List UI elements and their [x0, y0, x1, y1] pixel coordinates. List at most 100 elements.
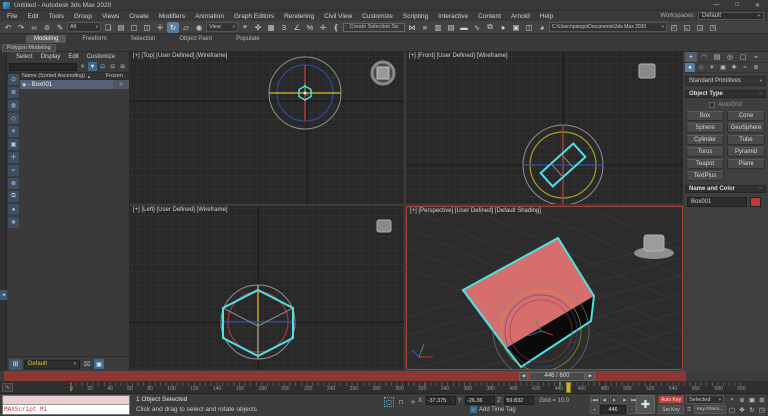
- primitives-dropdown[interactable]: Standard Primitives▾: [685, 76, 766, 86]
- listener-pane[interactable]: MAXScript Mi: [3, 405, 129, 414]
- mini-curve-editor-icon[interactable]: ∿: [2, 383, 13, 392]
- track-bar[interactable]: ∿ 02040608010012014016018020022024026028…: [0, 381, 768, 394]
- minimize-button[interactable]: —: [713, 2, 719, 9]
- workspace-dropdown[interactable]: Default▾: [698, 12, 764, 20]
- pan-icon[interactable]: ✥: [737, 405, 747, 415]
- display-shapes-icon[interactable]: ◇: [8, 113, 19, 124]
- hierarchy-tab-icon[interactable]: ▤: [711, 52, 723, 62]
- motion-tab-icon[interactable]: ◎: [724, 52, 736, 62]
- viewport-perspective-label[interactable]: [+] [Perspective] [User Defined] [Defaul…: [410, 208, 541, 214]
- menu-item[interactable]: Help: [535, 13, 558, 20]
- z-coordinate-field[interactable]: 59.832↕: [504, 396, 534, 405]
- key-selection-dropdown[interactable]: Selected▾: [686, 395, 724, 404]
- display-spacewarps-icon[interactable]: ≈: [8, 165, 19, 176]
- display-materials-icon[interactable]: ●: [8, 204, 19, 215]
- render-setup-icon[interactable]: ▣: [510, 22, 522, 33]
- select-and-manipulate-icon[interactable]: ✜: [252, 22, 264, 33]
- viewport-front-label[interactable]: [+] [Front] [User Defined] [Wireframe]: [409, 53, 508, 59]
- object-type-button[interactable]: Tube: [727, 135, 765, 145]
- cameras-category-icon[interactable]: ▣: [718, 63, 728, 72]
- menu-item[interactable]: Animation: [190, 13, 229, 20]
- object-type-button[interactable]: Torus: [686, 147, 724, 157]
- close-button[interactable]: ✕: [755, 2, 760, 9]
- display-groups-icon[interactable]: ⊕: [8, 178, 19, 189]
- sort-layers-icon[interactable]: ≣: [8, 87, 19, 98]
- zoom-icon[interactable]: ⌕: [727, 395, 737, 405]
- search-input[interactable]: [9, 63, 77, 71]
- object-type-button[interactable]: Pyramid: [727, 147, 765, 157]
- snaps-toggle-icon[interactable]: 3: [278, 22, 290, 33]
- display-geometry-icon[interactable]: ◍: [8, 100, 19, 111]
- key-filters-button[interactable]: Key Filters...: [694, 405, 726, 414]
- row-name-cell[interactable]: ◉ ▪ Box001: [20, 80, 113, 89]
- menu-item[interactable]: Tools: [44, 13, 69, 20]
- previous-frame-button[interactable]: ◀|: [600, 395, 609, 404]
- explorer-menu-item[interactable]: Edit: [64, 54, 82, 60]
- utilities-tab-icon[interactable]: ⌁: [750, 52, 762, 62]
- reference-file-icon[interactable]: ◲: [694, 22, 706, 33]
- next-frame-button[interactable]: |▶: [620, 395, 629, 404]
- menu-item[interactable]: Interactive: [433, 13, 473, 20]
- select-and-scale-icon[interactable]: ▱: [180, 22, 192, 33]
- key-mode-toggle-icon[interactable]: ✦: [590, 405, 599, 414]
- menu-item[interactable]: Scripting: [398, 13, 433, 20]
- ribbon-tab[interactable]: Selection: [123, 35, 164, 43]
- viewport-top-label[interactable]: [+] [Top] [User Defined] [Wireframe]: [133, 53, 227, 59]
- collapse-explorer-icon[interactable]: ◂: [0, 290, 7, 300]
- display-frozen-icon[interactable]: ❄: [8, 217, 19, 228]
- percent-snap-toggle-icon[interactable]: %: [304, 22, 316, 33]
- frame-display[interactable]: 446 / 600: [529, 372, 585, 381]
- select-and-rotate-icon[interactable]: ↻: [167, 22, 179, 33]
- toggle-ribbon-icon[interactable]: ▬: [458, 22, 470, 33]
- frozen-cell[interactable]: ✛: [113, 80, 129, 89]
- reference-coordinate-dropdown[interactable]: View▾: [206, 22, 238, 32]
- bind-to-space-warp-icon[interactable]: ✎: [54, 22, 66, 33]
- create-tab-icon[interactable]: +: [685, 52, 697, 62]
- delete-preset-icon[interactable]: ⌧: [82, 359, 92, 369]
- y-coordinate-field[interactable]: -26.36↕: [465, 396, 495, 405]
- maxscript-mini-listener[interactable]: MAXScript Mi: [2, 395, 130, 415]
- menu-item[interactable]: Rendering: [279, 13, 319, 20]
- sort-hierarchy-icon[interactable]: ⊙: [8, 74, 19, 85]
- current-frame-slider[interactable]: [566, 382, 571, 393]
- previous-frame-arrow[interactable]: ◀: [519, 372, 528, 381]
- toggle-layer-explorer-icon[interactable]: ▤: [445, 22, 457, 33]
- object-type-button[interactable]: Cylinder: [686, 135, 724, 145]
- schematic-view-icon[interactable]: ⧉: [484, 22, 496, 33]
- filter-icon[interactable]: ▼: [88, 62, 97, 71]
- name-color-rollout-header[interactable]: Name and Color−: [685, 185, 766, 193]
- polygon-modeling-tab[interactable]: Polygon Modeling: [2, 44, 56, 52]
- object-type-button[interactable]: Sphere: [686, 123, 724, 133]
- menu-item[interactable]: Modifiers: [154, 13, 190, 20]
- select-object-icon[interactable]: ❏: [102, 22, 114, 33]
- column-header-frozen[interactable]: Frozen: [106, 73, 129, 79]
- edit-named-selection-sets-icon[interactable]: ❴: [330, 22, 342, 33]
- menu-item[interactable]: Customize: [357, 13, 398, 20]
- zoom-all-icon[interactable]: ⊕: [737, 395, 747, 405]
- viewport-top[interactable]: [+] [Top] [User Defined] [Wireframe]: [130, 52, 404, 204]
- mirror-icon[interactable]: ⋈: [406, 22, 418, 33]
- menu-item[interactable]: Views: [97, 13, 124, 20]
- zoom-extents-icon[interactable]: ▣: [747, 395, 757, 405]
- menu-item[interactable]: Edit: [22, 13, 43, 20]
- autogrid-checkbox[interactable]: [709, 102, 715, 108]
- select-by-name-icon[interactable]: ▤: [115, 22, 127, 33]
- display-xrefs-icon[interactable]: ⧉: [8, 191, 19, 202]
- menu-item[interactable]: Content: [473, 13, 506, 20]
- auto-key-button[interactable]: Auto Key: [658, 395, 684, 404]
- ribbon-tab[interactable]: Freeform: [74, 35, 114, 43]
- geometry-category-icon[interactable]: ●: [685, 63, 695, 72]
- viewport-perspective[interactable]: [+] [Perspective] [User Defined] [Defaul…: [406, 206, 683, 370]
- asset-tracking-icon[interactable]: ◰: [668, 22, 680, 33]
- explorer-menu-item[interactable]: Select: [12, 54, 37, 60]
- menu-item[interactable]: File: [2, 13, 22, 20]
- viewport-layout-icon[interactable]: ⊞: [9, 359, 22, 370]
- helpers-category-icon[interactable]: ✚: [729, 63, 739, 72]
- select-and-move-icon[interactable]: ✛: [154, 22, 166, 33]
- archive-file-icon[interactable]: ◳: [707, 22, 719, 33]
- object-type-rollout-header[interactable]: Object Type−: [685, 90, 766, 98]
- expand-all-icon[interactable]: ⊞: [118, 62, 127, 71]
- absolute-mode-icon[interactable]: ✛: [408, 397, 418, 407]
- set-keys-button[interactable]: ✚: [636, 395, 655, 414]
- project-folder-dropdown[interactable]: C:\Users\pango\Documents\3ds Max 2020▾: [549, 22, 667, 32]
